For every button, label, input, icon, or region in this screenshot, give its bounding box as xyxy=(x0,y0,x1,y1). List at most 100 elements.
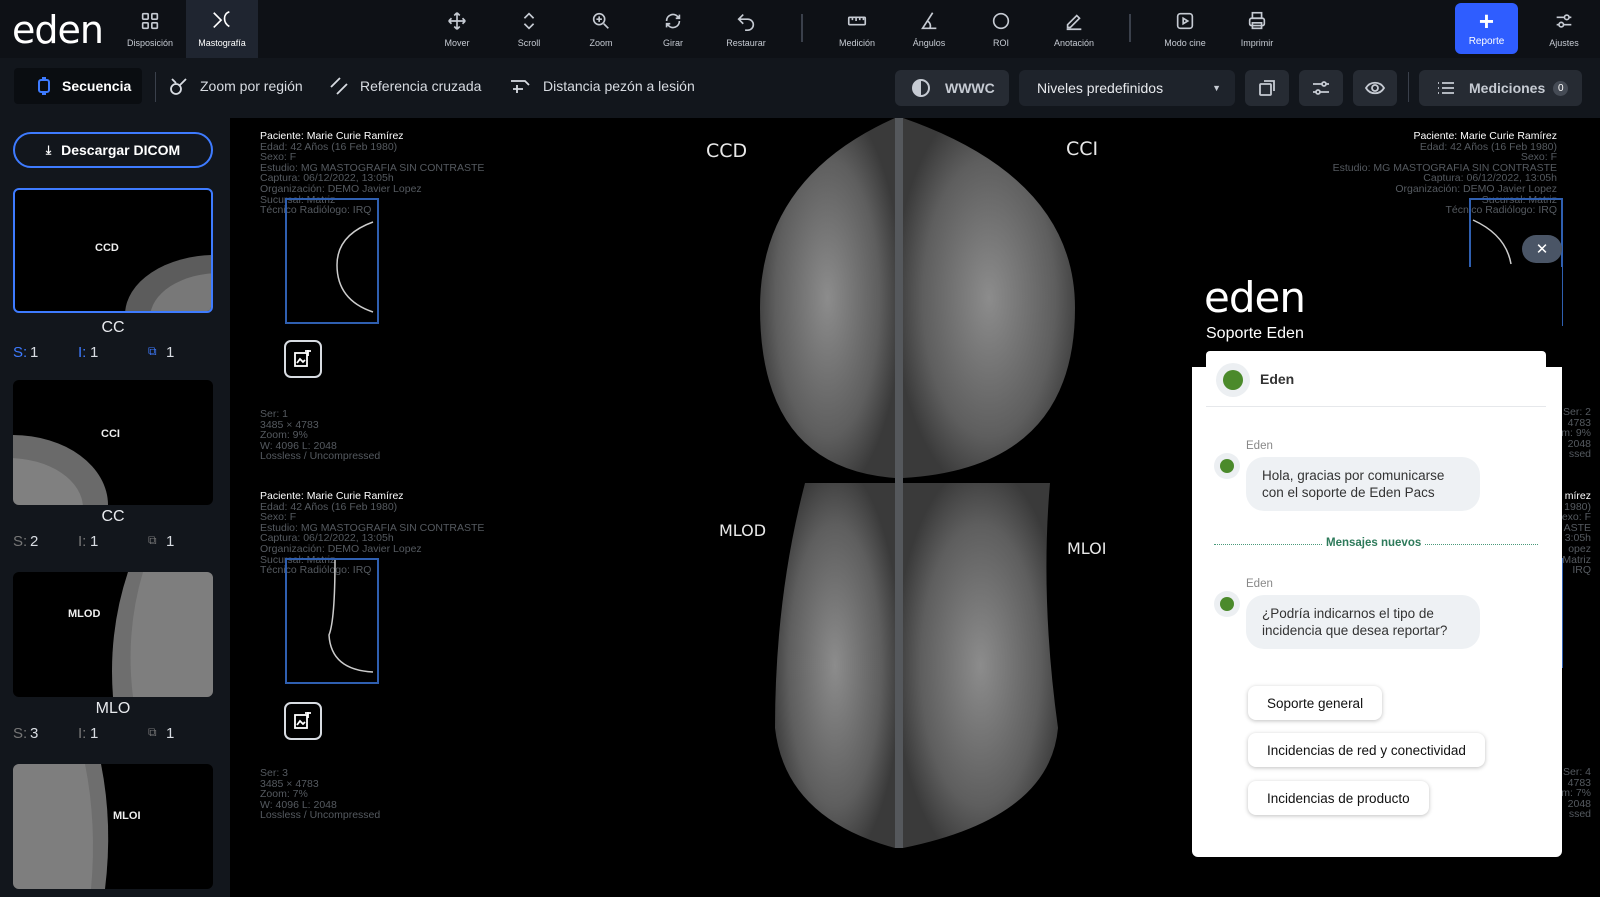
ajustes-button[interactable]: Ajustes xyxy=(1532,0,1596,58)
option-soporte-general[interactable]: Soporte general xyxy=(1248,686,1383,720)
mediciones-count-badge: 0 xyxy=(1553,80,1569,96)
sliders-icon xyxy=(1313,81,1329,95)
download-icon: ⤓ xyxy=(45,142,52,157)
organization: Organización: DEMO Javier Lopez xyxy=(260,182,422,195)
zoom-button[interactable]: Zoom xyxy=(569,0,633,58)
medicion-label: Medición xyxy=(838,38,876,48)
medicion-button[interactable]: Medición xyxy=(824,0,890,58)
report-image-button[interactable] xyxy=(284,702,322,740)
thumbnail-title: MLO xyxy=(95,700,131,717)
reporte-button[interactable]: + Reporte xyxy=(1455,3,1518,54)
restaurar-button[interactable]: Restaurar xyxy=(713,0,779,58)
wwwc-button[interactable]: WWWC xyxy=(895,70,1009,106)
images-key: I: xyxy=(78,533,87,550)
referencia-cruzada-button[interactable]: Referencia cruzada xyxy=(328,68,481,104)
compression: ssed xyxy=(1568,448,1591,461)
message-sender: Eden xyxy=(1246,578,1273,590)
breast-outline xyxy=(336,221,374,313)
mover-label: Mover xyxy=(444,38,470,48)
option-incidencias-producto[interactable]: Incidencias de producto xyxy=(1248,781,1429,815)
eden-logo: eden xyxy=(12,8,104,52)
copy-icon xyxy=(1259,80,1275,96)
secuencia-button[interactable]: Secuencia xyxy=(14,68,142,104)
series-number: Ser: 4 xyxy=(1562,766,1591,778)
images-value: 1 xyxy=(90,344,99,361)
series-info-1: Ser: 1 3485 × 4783 Zoom: 9% W: 4096 L: 2… xyxy=(260,409,380,462)
copies-icon: ⧉ xyxy=(148,725,157,739)
series-info-3: Ser: 3 3485 × 4783 Zoom: 7% W: 4096 L: 2… xyxy=(260,768,380,821)
subbar-divider xyxy=(155,72,156,102)
report-image-button[interactable] xyxy=(284,340,322,378)
plus-icon: + xyxy=(1478,6,1495,36)
images-value: 1 xyxy=(90,725,99,742)
chat-logo: eden xyxy=(1204,273,1306,322)
option-red-conectividad[interactable]: Incidencias de red y conectividad xyxy=(1248,733,1485,767)
images-key: I: xyxy=(78,344,87,361)
filters-button[interactable] xyxy=(1299,70,1343,106)
disposicion-button[interactable]: Disposición xyxy=(118,0,182,58)
cross-reference-icon xyxy=(330,77,348,95)
compression: Lossless / Uncompressed xyxy=(260,450,381,463)
referencia-cruzada-label: Referencia cruzada xyxy=(360,78,482,94)
scroll-button[interactable]: Scroll xyxy=(497,0,561,58)
tree-icon xyxy=(1214,591,1240,617)
series-thumbnail-cci[interactable]: CCI xyxy=(13,380,213,505)
series-number: Ser: 3 xyxy=(260,767,289,779)
angulos-button[interactable]: Ángulos xyxy=(897,0,961,58)
series-thumbnail-ccd[interactable]: CCD xyxy=(13,188,213,313)
series-info-2-fragment: Ser: 2 4783 m: 9% 2048 ssed xyxy=(1561,407,1591,460)
series-thumbnail-mloi[interactable]: MLOI xyxy=(13,764,213,889)
technician: IRQ xyxy=(1572,564,1591,577)
toolbar-divider xyxy=(1129,14,1131,42)
undo-icon xyxy=(737,13,755,31)
chat-message: Hola, gracias por comunicarse con el sop… xyxy=(1246,457,1480,511)
series-key: S: xyxy=(13,344,28,361)
distancia-button[interactable]: Distancia pezón a lesión xyxy=(509,68,695,104)
sliders-icon xyxy=(1556,14,1572,28)
zoom-region-button[interactable]: Zoom por región xyxy=(168,68,303,104)
modo-cine-button[interactable]: Modo cine xyxy=(1152,0,1218,58)
niveles-select[interactable]: Niveles predefinidos ▼ xyxy=(1019,70,1235,106)
thumbnail-title: CC xyxy=(101,508,125,525)
reporte-label: Reporte xyxy=(1468,36,1505,47)
mediciones-label: Mediciones xyxy=(1469,80,1546,96)
girar-button[interactable]: Girar xyxy=(641,0,705,58)
zoom-region-label: Zoom por región xyxy=(200,78,303,94)
mastografia-button[interactable]: Mastografía xyxy=(186,0,258,58)
mediciones-button[interactable]: Mediciones 0 xyxy=(1419,70,1582,106)
orientation-outline xyxy=(285,198,379,324)
list-icon xyxy=(1438,82,1454,94)
visibility-button[interactable] xyxy=(1353,70,1397,106)
chat-title: Soporte Eden xyxy=(1206,325,1304,342)
close-chat-button[interactable]: ✕ xyxy=(1522,235,1562,263)
copy-button[interactable] xyxy=(1245,70,1289,106)
compression: Lossless / Uncompressed xyxy=(260,809,381,822)
series-key: S: xyxy=(13,533,28,550)
zoom-icon xyxy=(592,12,609,29)
thumbnail-label: CCD xyxy=(95,242,119,254)
thumbnail-title: CC xyxy=(101,319,125,336)
device-icon xyxy=(38,77,50,95)
support-chat-widget: eden Soporte Eden Eden Eden Hola, gracia… xyxy=(1192,267,1562,857)
mastografia-label: Mastografía xyxy=(198,38,246,48)
ruler-icon xyxy=(847,16,867,26)
rotate-icon xyxy=(665,13,681,29)
girar-label: Girar xyxy=(663,38,683,48)
restaurar-label: Restaurar xyxy=(726,38,766,48)
anotacion-label: Anotación xyxy=(1053,38,1095,48)
thumbnail-image xyxy=(13,764,109,889)
secuencia-label: Secuencia xyxy=(62,78,132,94)
roi-button[interactable]: ROI xyxy=(969,0,1033,58)
imprimir-button[interactable]: Imprimir xyxy=(1224,0,1290,58)
copies-icon: ⧉ xyxy=(148,533,157,547)
subbar-divider xyxy=(1408,72,1409,102)
series-thumbnail-mlod[interactable]: MLOD xyxy=(13,572,213,697)
patient-name: Paciente: Marie Curie Ramírez xyxy=(1413,130,1557,142)
play-icon xyxy=(1176,12,1194,30)
mover-button[interactable]: Mover xyxy=(425,0,489,58)
message-sender: Eden xyxy=(1246,440,1273,452)
tree-icon xyxy=(1216,363,1250,397)
anotacion-button[interactable]: Anotación xyxy=(1041,0,1107,58)
scroll-label: Scroll xyxy=(517,38,541,48)
descargar-dicom-button[interactable]: ⤓ Descargar DICOM xyxy=(13,132,213,168)
